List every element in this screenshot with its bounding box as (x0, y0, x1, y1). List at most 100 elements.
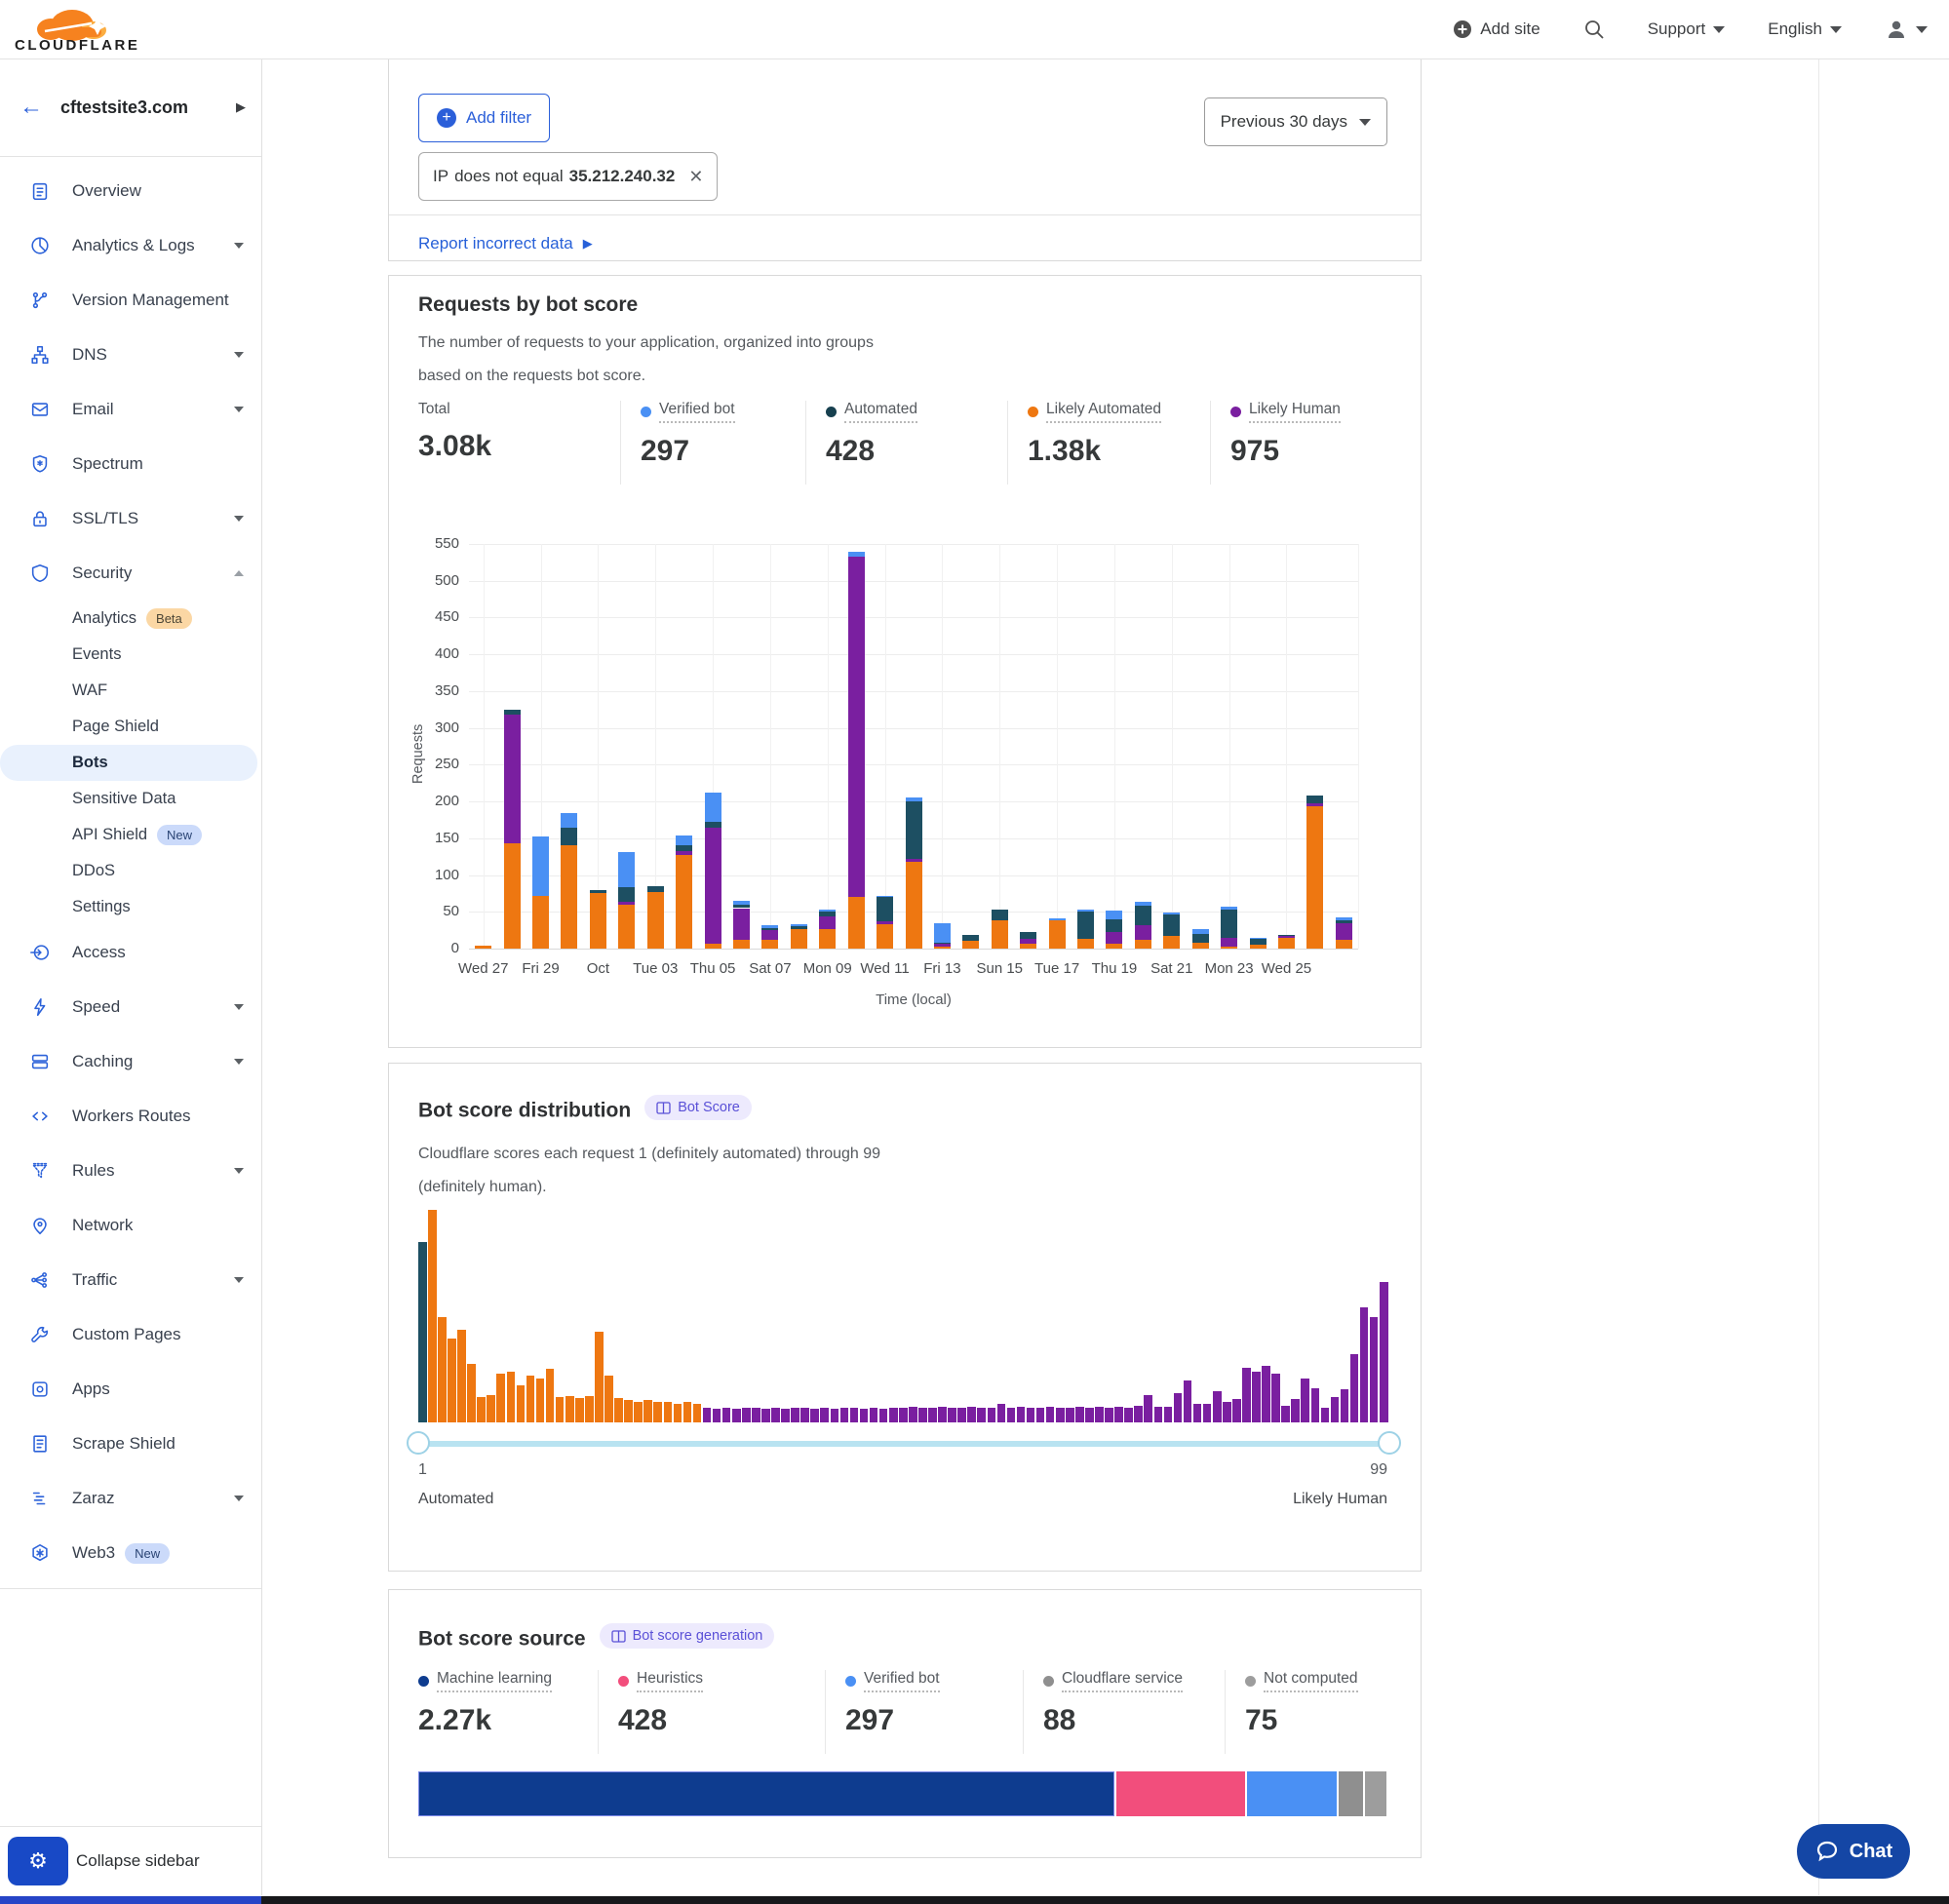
report-incorrect-data-link[interactable]: Report incorrect data ▶ (418, 226, 593, 261)
account-menu[interactable] (1885, 18, 1928, 41)
bot-score-generation-badge[interactable]: Bot score generation (600, 1623, 775, 1649)
sidebar-item-bots[interactable]: Bots (0, 745, 257, 781)
date-range-dropdown[interactable]: Previous 30 days (1204, 97, 1387, 146)
sidebar-item-workers-routes[interactable]: Workers Routes (0, 1089, 261, 1144)
chevron-up-icon (234, 570, 244, 576)
close-icon[interactable]: ✕ (688, 167, 703, 187)
sidebar-item-apps[interactable]: Apps (0, 1362, 261, 1417)
sidebar-item-traffic[interactable]: Traffic (0, 1253, 261, 1307)
sidebar-item-settings[interactable]: Settings (0, 889, 261, 925)
add-site-button[interactable]: Add site (1453, 19, 1540, 39)
report-link-label: Report incorrect data (418, 234, 573, 253)
gridline (469, 581, 1358, 582)
histogram-bar-score-72 (1114, 1407, 1123, 1422)
bot-score-badge[interactable]: Bot Score (644, 1095, 752, 1120)
bar-sun-22-verified-bot (1192, 929, 1209, 934)
chevron-down-icon (1916, 26, 1928, 33)
sidebar-item-network[interactable]: Network (0, 1198, 261, 1253)
bar-tue-10-likely-automated (848, 897, 865, 949)
pie-icon (29, 235, 51, 256)
stat-label-verified-bot[interactable]: Verified bot (845, 1670, 940, 1692)
sidebar-item-zaraz[interactable]: Zaraz (0, 1471, 261, 1526)
site-expand-icon[interactable]: ▶ (236, 99, 246, 115)
stat-label-not-computed[interactable]: Not computed (1245, 1670, 1358, 1692)
sidebar-item-events[interactable]: Events (0, 637, 261, 673)
sidebar-item-overview[interactable]: Overview (0, 164, 261, 218)
stat-label-machine-learning[interactable]: Machine learning (418, 1670, 552, 1692)
bar-mon-16-likely-human (1020, 939, 1036, 944)
histogram-bar-score-81 (1203, 1404, 1212, 1422)
support-menu[interactable]: Support (1648, 19, 1726, 39)
stat-label-automated[interactable]: Automated (826, 401, 917, 423)
stat-label-text: Not computed (1264, 1670, 1358, 1692)
bar-tue-03-automated (647, 886, 664, 892)
histogram-bar-score-21 (614, 1398, 623, 1422)
sidebar-item-version-management[interactable]: Version Management (0, 273, 261, 328)
bar-mon-23-verified-bot (1221, 907, 1237, 910)
divider (1818, 58, 1819, 1895)
sidebar-item-web3[interactable]: Web3New (0, 1526, 261, 1580)
bar-oct-01-likely-automated (590, 893, 606, 949)
sidebar-item-spectrum[interactable]: Spectrum (0, 437, 261, 491)
sidebar-item-page-shield[interactable]: Page Shield (0, 709, 261, 745)
bar-fri-27-likely-automated (1336, 940, 1352, 949)
histogram-bar-score-27 (674, 1404, 682, 1422)
stat-label-text: Total (418, 401, 450, 418)
sidebar-item-sensitive-data[interactable]: Sensitive Data (0, 781, 261, 817)
pin-icon (29, 1215, 51, 1236)
sidebar-item-rules[interactable]: Rules (0, 1144, 261, 1198)
filter-chip[interactable]: IP does not equal 35.212.240.32 ✕ (418, 152, 718, 201)
preferences-button[interactable]: ⚙ (8, 1837, 68, 1885)
sidebar-item-caching[interactable]: Caching (0, 1034, 261, 1089)
histogram-bar-score-84 (1232, 1399, 1241, 1422)
stat-likely-automated: Likely Automated1.38k (1007, 401, 1210, 485)
gridline (770, 544, 771, 949)
collapse-sidebar-button[interactable]: Collapse sidebar (76, 1851, 200, 1871)
stat-label-likely-automated[interactable]: Likely Automated (1028, 401, 1161, 423)
histogram-bar-score-64 (1036, 1408, 1045, 1422)
sidebar-item-email[interactable]: Email (0, 382, 261, 437)
sidebar-item-label: Network (72, 1216, 133, 1235)
language-menu[interactable]: English (1768, 19, 1842, 39)
bar-fri-06-likely-human (733, 909, 750, 940)
sidebar-item-security[interactable]: Security (0, 546, 261, 601)
search-icon[interactable] (1583, 19, 1605, 40)
histogram-bar-score-24 (643, 1400, 652, 1422)
sidebar-item-access[interactable]: Access (0, 925, 261, 980)
sidebar-item-ssl-tls[interactable]: SSL/TLS (0, 491, 261, 546)
sidebar-item-waf[interactable]: WAF (0, 673, 261, 709)
sidebar-item-dns[interactable]: DNS (0, 328, 261, 382)
slider-handle-max[interactable] (1378, 1431, 1401, 1455)
back-arrow-icon[interactable]: ← (19, 94, 43, 121)
sidebar-item-custom-pages[interactable]: Custom Pages (0, 1307, 261, 1362)
sidebar-item-label: Traffic (72, 1270, 117, 1290)
stat-label-heuristics[interactable]: Heuristics (618, 1670, 703, 1692)
gridline (484, 544, 485, 949)
sidebar-item-speed[interactable]: Speed (0, 980, 261, 1034)
add-filter-button[interactable]: + Add filter (418, 94, 550, 142)
bar-oct-01-automated (590, 890, 606, 893)
sidebar-item-scrape-shield[interactable]: Scrape Shield (0, 1417, 261, 1471)
divider (0, 1826, 261, 1827)
stat-label-verified-bot[interactable]: Verified bot (641, 401, 735, 423)
sidebar-item-analytics[interactable]: AnalyticsBeta (0, 601, 261, 637)
bar-thu-19-likely-automated (1106, 944, 1122, 949)
histogram-bar-score-13 (536, 1379, 545, 1422)
stat-label-text: Likely Automated (1046, 401, 1161, 423)
sidebar-item-analytics-logs[interactable]: Analytics & Logs (0, 218, 261, 273)
source-stacked-bar (418, 1771, 1386, 1816)
bot-score-source-card: Bot score sourceBot score generation Mac… (388, 1589, 1422, 1858)
bar-wed-04-automated (676, 845, 692, 851)
sidebar-item-label: Email (72, 400, 114, 419)
stat-label-cloudflare-service[interactable]: Cloudflare service (1043, 1670, 1183, 1692)
chat-button[interactable]: Chat (1797, 1824, 1910, 1879)
histogram-bar-score-9 (496, 1374, 505, 1422)
y-axis-tick: 150 (420, 830, 459, 846)
slider-handle-min[interactable] (407, 1431, 430, 1455)
stat-label-likely-human[interactable]: Likely Human (1230, 401, 1341, 423)
sidebar-item-api-shield[interactable]: API ShieldNew (0, 817, 261, 853)
histogram-bar-score-4 (448, 1339, 456, 1422)
sidebar-item-ddos[interactable]: DDoS (0, 853, 261, 889)
slider-track[interactable] (418, 1441, 1389, 1447)
histogram-bar-score-43 (831, 1409, 839, 1422)
